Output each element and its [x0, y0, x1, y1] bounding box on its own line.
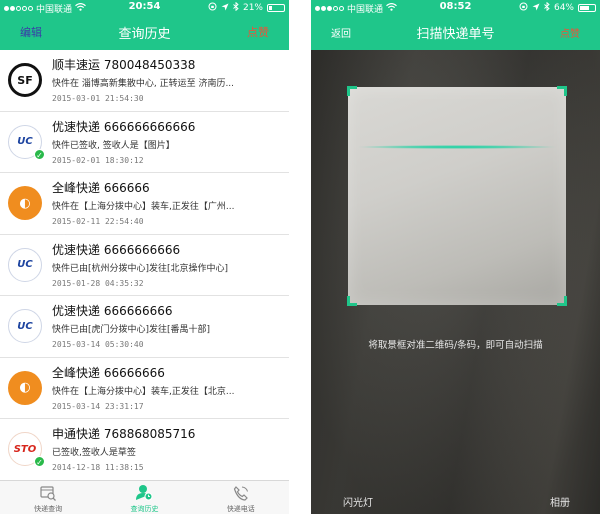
battery-fill: [269, 6, 272, 10]
courier-logo-icon: UC: [8, 247, 42, 282]
viewfinder-corner: [347, 86, 357, 96]
nav-bar: 编辑 查询历史 点赞: [0, 15, 289, 50]
scan-viewfinder: [347, 86, 567, 306]
tracking-time: 2015-03-14 23:31:17: [52, 401, 144, 411]
tracking-detail: 快件已签收, 签收人是【图片】: [52, 140, 175, 151]
tracking-time: 2015-03-01 21:54:30: [52, 94, 144, 103]
delivered-check-icon: ✓: [34, 456, 45, 467]
courier-name: 申通快递 768868085716: [52, 427, 196, 441]
tracking-time: 2015-02-11 22:54:40: [52, 217, 144, 226]
tracking-time: 2015-01-28 04:35:32: [52, 278, 144, 288]
scan-line: [356, 145, 558, 149]
tab-label: 查询历史: [130, 505, 159, 513]
tracking-time: 2014-12-18 11:38:15: [52, 463, 144, 472]
location-icon: [221, 3, 229, 14]
history-row[interactable]: ◐ 全峰快递 666666 快件在【上海分拨中心】装车,正发往【广州... 2015-…: [0, 173, 289, 235]
tracking-detail: 快件在【上海分拨中心】装车,正发往【北京...: [52, 386, 235, 397]
viewfinder-corner: [557, 86, 567, 96]
tab-label: 快递电话: [226, 505, 255, 513]
history-row[interactable]: ◐ 全峰快递 66666666 快件在【上海分拨中心】装车,正发往【北京... 201…: [0, 358, 289, 419]
tracking-detail: 快件在 淄博高新集散中心, 正转运至 济南历...: [52, 79, 235, 89]
history-row[interactable]: UC ✓ 优速快递 666666666666 快件已签收, 签收人是【图片】 2015-…: [0, 112, 289, 173]
history-row[interactable]: STO ✓ 申通快递 768868085716 已签收,签收人是草签 2014-12-1…: [0, 419, 289, 480]
history-icon: [135, 484, 153, 501]
tracking-detail: 快件已由[虎门分拨中心]发往[番禺十部]: [52, 325, 211, 335]
history-screen: 中国联通 20:54 21% 编辑 查询历史 点赞 SF 顺丰速运 7800484…: [0, 0, 289, 514]
courier-name: 优速快递 6666666666: [52, 242, 181, 257]
courier-logo-icon: SF: [8, 63, 42, 97]
battery-percent: 21%: [242, 3, 263, 13]
courier-name: 全峰快递 666666: [52, 181, 150, 195]
courier-name: 顺丰速运 780048450338: [52, 58, 196, 72]
tab-label: 快递查询: [34, 505, 63, 513]
scan-screen: 中国联通 08:52 64% 返回 扫描快递单号 点赞 将取景框对准二维码/条码…: [311, 0, 600, 514]
delivered-check-icon: ✓: [34, 148, 45, 160]
tab-query-history[interactable]: 查询历史: [96, 481, 192, 514]
battery-percent: 64%: [553, 3, 574, 13]
tracking-detail: 快件已由[杭州分拨中心]发往[北京操作中心]: [52, 263, 229, 274]
courier-logo-icon: ◐: [8, 370, 42, 405]
courier-name: 全峰快递 66666666: [52, 365, 165, 380]
like-button[interactable]: 点赞: [247, 24, 269, 40]
tab-bar: 快递查询 查询历史 快递电话: [0, 480, 289, 514]
courier-name: 优速快递 666666666666: [52, 119, 196, 134]
history-row[interactable]: UC 优速快递 666666666 快件已由[虎门分拨中心]发往[番禺十部] 2015…: [0, 296, 289, 358]
courier-logo-icon: UC: [8, 309, 42, 343]
tab-express-phone[interactable]: 快递电话: [193, 481, 289, 514]
history-list: SF 顺丰速运 780048450338 快件在 淄博高新集散中心, 正转运至 济南…: [0, 50, 289, 480]
battery-fill: [580, 6, 589, 10]
status-bar: 中国联通 08:52 64%: [311, 0, 600, 15]
like-button[interactable]: 点赞: [560, 25, 580, 40]
tab-express-query[interactable]: 快递查询: [0, 481, 96, 514]
history-row[interactable]: SF 顺丰速运 780048450338 快件在 淄博高新集散中心, 正转运至 济南…: [0, 50, 289, 112]
location-icon: [532, 3, 540, 14]
bluetooth-icon: [233, 1, 239, 14]
battery-icon: [267, 4, 285, 12]
courier-name: 优速快递 666666666: [52, 304, 173, 318]
viewfinder-corner: [347, 296, 357, 306]
tracking-detail: 已签收,签收人是草签: [52, 448, 136, 458]
page-title: 查询历史: [118, 27, 171, 42]
phone-icon: [232, 484, 250, 501]
flashlight-button[interactable]: 闪光灯: [343, 494, 373, 509]
album-button[interactable]: 相册: [550, 494, 570, 509]
courier-logo-icon: ◐: [8, 186, 42, 220]
scan-hint: 将取景框对准二维码/条码，即可自动扫描: [368, 340, 543, 351]
tracking-time: 2015-02-01 18:30:12: [52, 155, 144, 165]
rotation-lock-icon: [519, 2, 528, 14]
tracking-detail: 快件在【上海分拨中心】装车,正发往【广州...: [52, 202, 235, 212]
battery-icon: [578, 4, 596, 12]
rotation-lock-icon: [208, 2, 217, 14]
package-search-icon: [39, 484, 57, 501]
bluetooth-icon: [544, 1, 550, 14]
viewfinder-corner: [557, 296, 567, 306]
status-bar: 中国联通 20:54 21%: [0, 0, 289, 15]
nav-bar: 返回 扫描快递单号 点赞: [311, 15, 600, 50]
tracking-time: 2015-03-14 05:30:40: [52, 340, 144, 349]
history-row[interactable]: UC 优速快递 6666666666 快件已由[杭州分拨中心]发往[北京操作中心] 2…: [0, 235, 289, 296]
page-title: 扫描快递单号: [416, 27, 495, 42]
